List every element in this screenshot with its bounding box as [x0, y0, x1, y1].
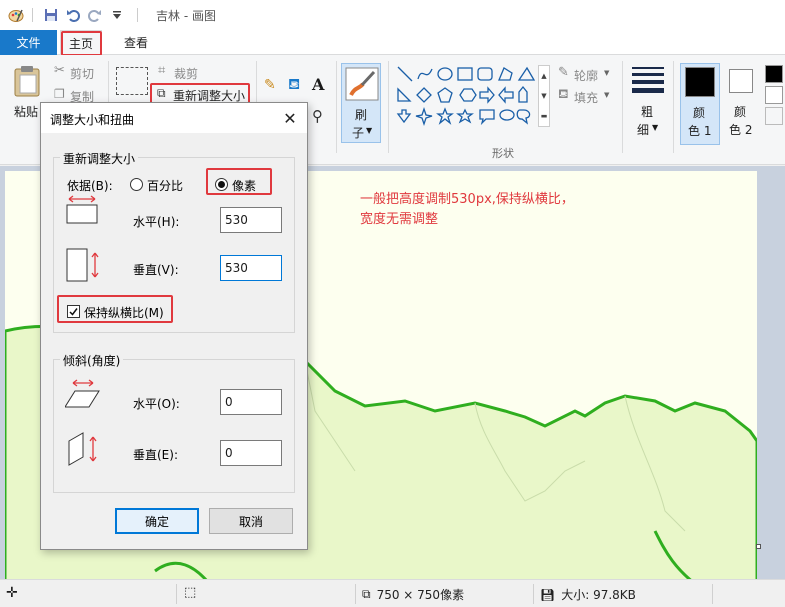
vertical-input[interactable]: 530 — [220, 255, 282, 281]
keep-ratio-checkbox[interactable] — [67, 305, 80, 318]
skew-horizontal-input[interactable]: 0 — [220, 389, 282, 415]
paste-button[interactable]: 粘贴 — [10, 63, 44, 123]
brushes-button[interactable]: 刷 子 ▼ — [341, 63, 381, 143]
save-icon[interactable] — [41, 5, 61, 25]
skew-group-label: 倾斜(角度) — [60, 352, 124, 369]
color2-swatch — [729, 69, 753, 93]
brushes-label-top: 刷 — [355, 108, 368, 122]
annotation-line-1: 一般把高度调制530px,保持纵横比， — [360, 192, 574, 207]
horizontal-input[interactable]: 530 — [220, 207, 282, 233]
menu-bar: 文件 主页 查看 — [0, 30, 785, 55]
dialog-title-bar: 调整大小和扭曲 ✕ — [41, 103, 307, 133]
color1-swatch — [685, 67, 715, 97]
size-label-bottom: 细 — [637, 123, 650, 137]
color2-button[interactable]: 颜 色 2 — [724, 63, 760, 145]
percent-radio[interactable] — [130, 178, 143, 191]
vertical-skew-icon — [68, 432, 97, 466]
annotation-line-2: 宽度无需调整 — [360, 212, 439, 227]
checkmark-icon — [69, 308, 78, 316]
palette-swatch-empty[interactable] — [765, 107, 783, 125]
color1-label-bottom: 色 1 — [688, 124, 712, 138]
fill-bucket-icon[interactable]: ⛾ — [288, 75, 300, 95]
keep-ratio-label: 保持纵横比(M) — [84, 306, 164, 320]
magnifier-icon[interactable]: ⚲ — [312, 107, 323, 125]
skew-vertical-input[interactable]: 0 — [220, 440, 282, 466]
crop-label: 裁剪 — [174, 67, 199, 81]
cursor-position-icon: ✛ — [6, 585, 18, 601]
outline-button[interactable]: ✎ 轮廓 ▼ — [556, 65, 616, 83]
horizontal-resize-icon — [66, 195, 98, 224]
cancel-button[interactable]: 取消 — [209, 508, 293, 534]
shapes-gallery[interactable] — [396, 65, 538, 127]
resize-group-label: 重新调整大小 — [60, 150, 139, 167]
color2-label-bottom: 色 2 — [729, 123, 753, 137]
size-label-top: 粗 — [641, 105, 654, 119]
brush-icon — [345, 67, 379, 101]
tab-file[interactable]: 文件 — [0, 30, 57, 55]
pixels-label: 像素 — [232, 179, 257, 193]
outline-label: 轮廓 — [574, 69, 599, 83]
undo-icon[interactable] — [63, 5, 83, 25]
paste-label: 粘贴 — [14, 105, 39, 119]
redo-icon[interactable] — [85, 5, 105, 25]
resize-icon: ⧉ — [157, 86, 166, 100]
color1-label-top: 颜 — [693, 106, 706, 120]
fill-button[interactable]: ⛾ 填充 ▼ — [556, 87, 616, 105]
outline-icon: ✎ — [558, 65, 569, 80]
dialog-title: 调整大小和扭曲 — [50, 113, 135, 127]
skew-vertical-label: 垂直(E): — [133, 448, 178, 462]
close-icon[interactable]: ✕ — [277, 105, 303, 131]
text-tool-icon[interactable]: A — [312, 75, 324, 94]
color2-label-top: 颜 — [734, 105, 747, 119]
line-size-icon — [632, 67, 664, 93]
image-dimensions: 750 × 750像素 — [376, 588, 465, 602]
horizontal-skew-icon — [65, 379, 100, 408]
shapes-scrollbar[interactable]: ▲ ▼ ▬ — [538, 65, 550, 127]
ok-button[interactable]: 确定 — [115, 508, 199, 534]
vertical-resize-icon — [66, 248, 99, 282]
shapes-group-label: 形状 — [492, 147, 514, 160]
chevron-down-icon: ▼ — [604, 91, 610, 99]
copy-icon: ❐ — [54, 87, 65, 101]
percent-label: 百分比 — [147, 179, 184, 193]
palette-swatch-black[interactable] — [765, 65, 783, 83]
annotation-note: 一般把高度调制530px,保持纵横比， 宽度无需调整 — [360, 190, 574, 230]
selection-size-icon: ⬚ — [184, 585, 197, 600]
resize-skew-dialog: 调整大小和扭曲 ✕ 重新调整大小 依据(B): 百分比 像素 水平(H): 53… — [40, 102, 308, 550]
clipboard-icon — [14, 66, 40, 97]
status-bar: ✛ ⬚ ⧉ 750 × 750像素 💾︎ 大小: 97.8KB — [0, 579, 785, 607]
chevron-down-icon: ▼ — [652, 123, 659, 132]
tab-view[interactable]: 查看 — [115, 30, 157, 55]
select-button[interactable] — [116, 67, 148, 95]
cut-label: 剪切 — [70, 67, 95, 81]
crop-button[interactable]: ⌗ 裁剪 — [156, 63, 216, 81]
tab-home[interactable]: 主页 — [60, 30, 102, 55]
file-size: 大小: 97.8KB — [561, 588, 636, 602]
crop-icon: ⌗ — [158, 63, 166, 78]
canvas-resize-handle-right[interactable] — [756, 544, 761, 549]
horizontal-label: 水平(H): — [133, 215, 180, 229]
brushes-label-bottom: 子 — [352, 126, 365, 140]
size-button[interactable]: 粗 细 ▼ — [628, 63, 668, 143]
skew-horizontal-label: 水平(O): — [133, 397, 180, 411]
window-title: 吉林 - 画图 — [156, 8, 216, 23]
fill-label: 填充 — [574, 91, 599, 105]
chevron-down-icon: ▼ — [366, 126, 373, 135]
palette-swatch-white[interactable] — [765, 86, 783, 104]
chevron-down-icon: ▼ — [604, 69, 610, 77]
color1-button[interactable]: 颜 色 1 — [680, 63, 720, 145]
fill-icon: ⛾ — [558, 87, 569, 102]
vertical-label: 垂直(V): — [133, 263, 179, 277]
title-bar: 吉林 - 画图 — [0, 0, 785, 30]
resize-button[interactable]: ⧉ 重新调整大小 — [155, 85, 249, 103]
disk-icon: 💾︎ — [540, 587, 556, 602]
scissors-icon: ✂ — [54, 63, 65, 78]
image-size-icon: ⧉ — [362, 587, 371, 601]
paint-app-icon — [8, 9, 24, 22]
pixels-radio[interactable] — [215, 178, 228, 191]
customize-toolbar-icon[interactable] — [107, 5, 127, 25]
pencil-icon[interactable]: ✎ — [264, 77, 276, 93]
by-label: 依据(B): — [67, 179, 113, 193]
cut-button[interactable]: ✂ 剪切 — [52, 63, 102, 81]
